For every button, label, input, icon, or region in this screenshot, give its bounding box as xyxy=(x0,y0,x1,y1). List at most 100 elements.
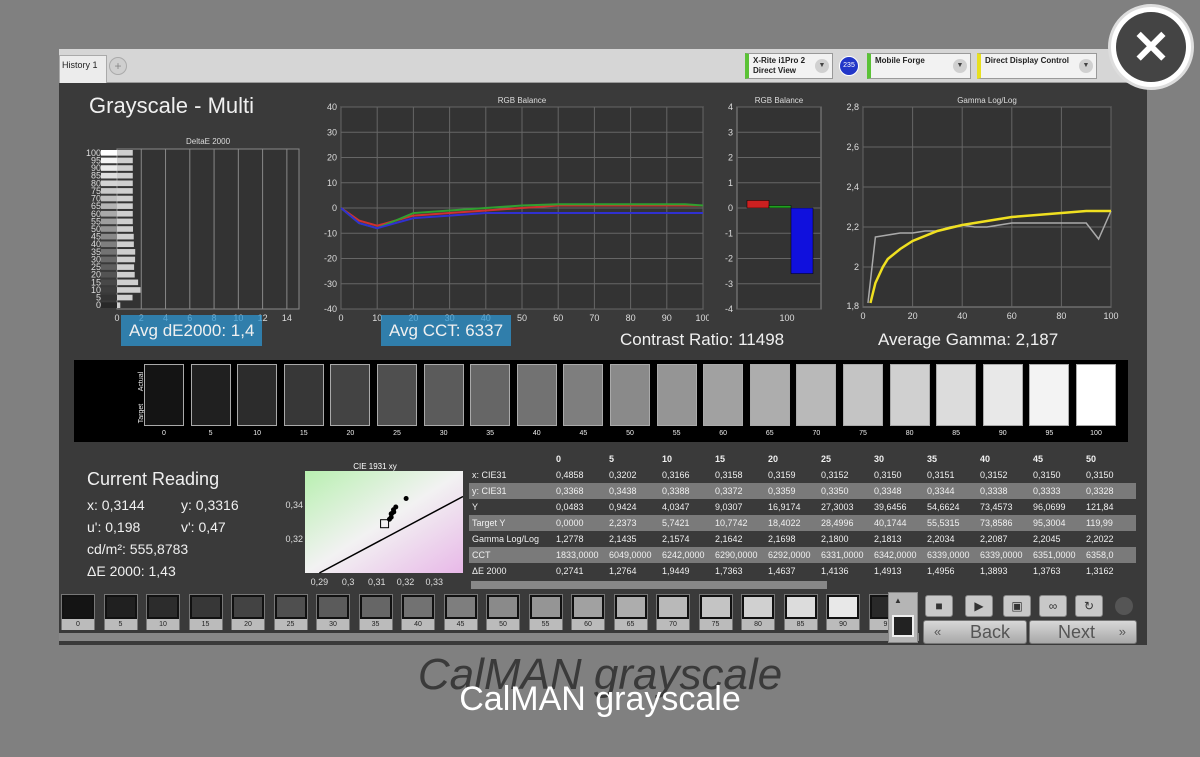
bar xyxy=(117,203,133,209)
swatch-button[interactable]: 50 xyxy=(486,594,520,630)
swatch-button[interactable]: 80 xyxy=(741,594,775,630)
table-row[interactable]: ΔE 2000 0,2741 1,2764 1,9449 1,7363 1,4637 1,4… xyxy=(469,563,1136,579)
grayscale-patch[interactable] xyxy=(423,364,464,426)
swatch-button[interactable]: 0 xyxy=(61,594,95,630)
add-tab-button[interactable]: + xyxy=(109,57,127,75)
table-cell: 2,1698 xyxy=(768,534,796,544)
tab-history-1[interactable]: History 1 xyxy=(59,55,107,83)
grayscale-patch[interactable] xyxy=(656,364,697,426)
swatch-button[interactable]: 55 xyxy=(528,594,563,630)
table-row[interactable]: CCT 1833,0000 6049,0000 6242,0000 6290,0000 6… xyxy=(469,547,1136,563)
close-button[interactable]: ✕ xyxy=(1108,4,1194,90)
swatch-color xyxy=(786,597,815,617)
grayscale-patch[interactable] xyxy=(1029,364,1070,426)
display-control-selector[interactable]: Direct Display Control ▼ xyxy=(977,53,1097,79)
column-header[interactable]: 45 xyxy=(1030,451,1083,467)
grayscale-patch[interactable] xyxy=(796,364,837,426)
table-row[interactable]: Target Y 0,0000 2,2373 5,7421 10,7742 18,4022… xyxy=(469,515,1136,531)
grayscale-patch[interactable] xyxy=(843,364,883,426)
column-header[interactable]: 0 xyxy=(553,451,606,467)
pattern-source-selector[interactable]: Mobile Forge ▼ xyxy=(867,53,971,79)
grayscale-patch[interactable] xyxy=(377,364,417,426)
refresh-button[interactable]: ↻ xyxy=(1075,595,1103,617)
swatch-button[interactable]: 5 xyxy=(103,594,138,630)
swatch-button[interactable]: 35 xyxy=(358,594,393,630)
column-header[interactable]: 50 xyxy=(1083,451,1136,467)
table-row[interactable]: x: CIE31 0,4858 0,3202 0,3166 0,3158 0,3159 0,… xyxy=(469,467,1136,483)
meter-badge[interactable]: 235 xyxy=(839,56,859,76)
grayscale-patch[interactable] xyxy=(1076,364,1116,426)
swatch-label: 25 xyxy=(274,619,307,630)
swatch-button[interactable]: 20 xyxy=(231,594,265,630)
meter-selector[interactable]: X-Rite i1Pro 2 Direct View ▼ xyxy=(745,53,833,79)
grayscale-patch[interactable] xyxy=(516,364,557,426)
swatch-button[interactable]: 10 xyxy=(146,594,180,630)
save-button[interactable]: ▣ xyxy=(1003,595,1031,617)
column-header[interactable]: 20 xyxy=(765,451,818,467)
table-row[interactable]: y: CIE31 0,3368 0,3438 0,3388 0,3372 0,3359 0,… xyxy=(469,483,1136,499)
level-swatch xyxy=(101,180,117,187)
table-scrollbar[interactable] xyxy=(471,581,827,589)
column-header[interactable]: 35 xyxy=(924,451,977,467)
grayscale-patch[interactable] xyxy=(889,364,930,426)
status-indicator xyxy=(1115,597,1133,615)
column-header[interactable]: 10 xyxy=(659,451,712,467)
swatch-button[interactable]: 85 xyxy=(783,594,818,630)
play-button[interactable]: ▶ xyxy=(965,595,993,617)
swatch-button[interactable]: 25 xyxy=(273,594,308,630)
column-header[interactable]: 30 xyxy=(871,451,924,467)
swatch-button[interactable]: 30 xyxy=(316,594,350,630)
table-cell: 0,3166 xyxy=(662,470,690,480)
scroll-control[interactable]: ▲ xyxy=(888,592,918,643)
grayscale-patch[interactable] xyxy=(470,364,511,426)
swatch-button[interactable]: 45 xyxy=(443,594,478,630)
table-row[interactable]: Y 0,0483 0,9424 4,0347 9,0307 16,9174 27,3003 3… xyxy=(469,499,1136,515)
loop-button[interactable]: ∞ xyxy=(1039,595,1067,617)
back-button[interactable]: « Back xyxy=(923,620,1027,644)
x-tick-label: 0,29 xyxy=(311,577,329,587)
grayscale-patch[interactable] xyxy=(237,364,278,426)
grayscale-patch[interactable] xyxy=(936,364,977,426)
next-button[interactable]: Next » xyxy=(1029,620,1137,644)
column-header[interactable] xyxy=(469,451,553,467)
swatch-button[interactable]: 15 xyxy=(188,594,223,630)
grayscale-patch[interactable] xyxy=(563,364,604,426)
swatch-button[interactable]: 75 xyxy=(698,594,733,630)
row-label: x: CIE31 xyxy=(472,470,507,480)
grayscale-patch[interactable] xyxy=(283,364,324,426)
table-cell: 1,2778 xyxy=(556,534,584,544)
y-tick-label: 1,8 xyxy=(846,301,859,311)
grayscale-patch[interactable] xyxy=(982,364,1023,426)
table-cell: 96,0699 xyxy=(1033,502,1066,512)
swatch-scrollbar[interactable] xyxy=(59,633,919,641)
grayscale-patch[interactable] xyxy=(190,364,231,426)
grayscale-patch[interactable] xyxy=(330,364,371,426)
bar-blue xyxy=(790,207,814,274)
swatch-button[interactable]: 60 xyxy=(571,594,605,630)
table-cell: 0,2741 xyxy=(556,566,584,576)
stop-icon[interactable] xyxy=(892,615,914,637)
swatch-button[interactable]: 40 xyxy=(401,594,435,630)
column-header[interactable]: 40 xyxy=(977,451,1030,467)
column-header[interactable]: 15 xyxy=(712,451,765,467)
chevron-up-icon[interactable]: ▲ xyxy=(894,596,902,605)
grayscale-patch[interactable] xyxy=(703,364,744,426)
table-cell: 0,3338 xyxy=(977,483,1030,499)
table-cell: 5,7421 xyxy=(659,515,712,531)
x-tick-label: 100 xyxy=(695,313,709,323)
column-header[interactable]: 5 xyxy=(606,451,659,467)
swatch-button[interactable]: 90 xyxy=(826,594,860,630)
table-row[interactable]: Gamma Log/Log 1,2778 2,1435 2,1574 2,1642 2,1… xyxy=(469,531,1136,547)
grayscale-patch[interactable] xyxy=(610,364,650,426)
x-tick-label: 60 xyxy=(553,313,563,323)
y-tick-label: 0,32 xyxy=(285,534,303,544)
grayscale-patch[interactable] xyxy=(749,364,790,426)
grayscale-patch[interactable] xyxy=(144,364,184,426)
stop-button[interactable]: ■ xyxy=(925,595,953,617)
patch-level-label: 75 xyxy=(859,430,867,437)
column-header[interactable]: 25 xyxy=(818,451,871,467)
swatch-button[interactable]: 65 xyxy=(613,594,648,630)
bar xyxy=(117,218,133,225)
y-tick-label: -40 xyxy=(324,304,337,314)
swatch-button[interactable]: 70 xyxy=(656,594,690,630)
